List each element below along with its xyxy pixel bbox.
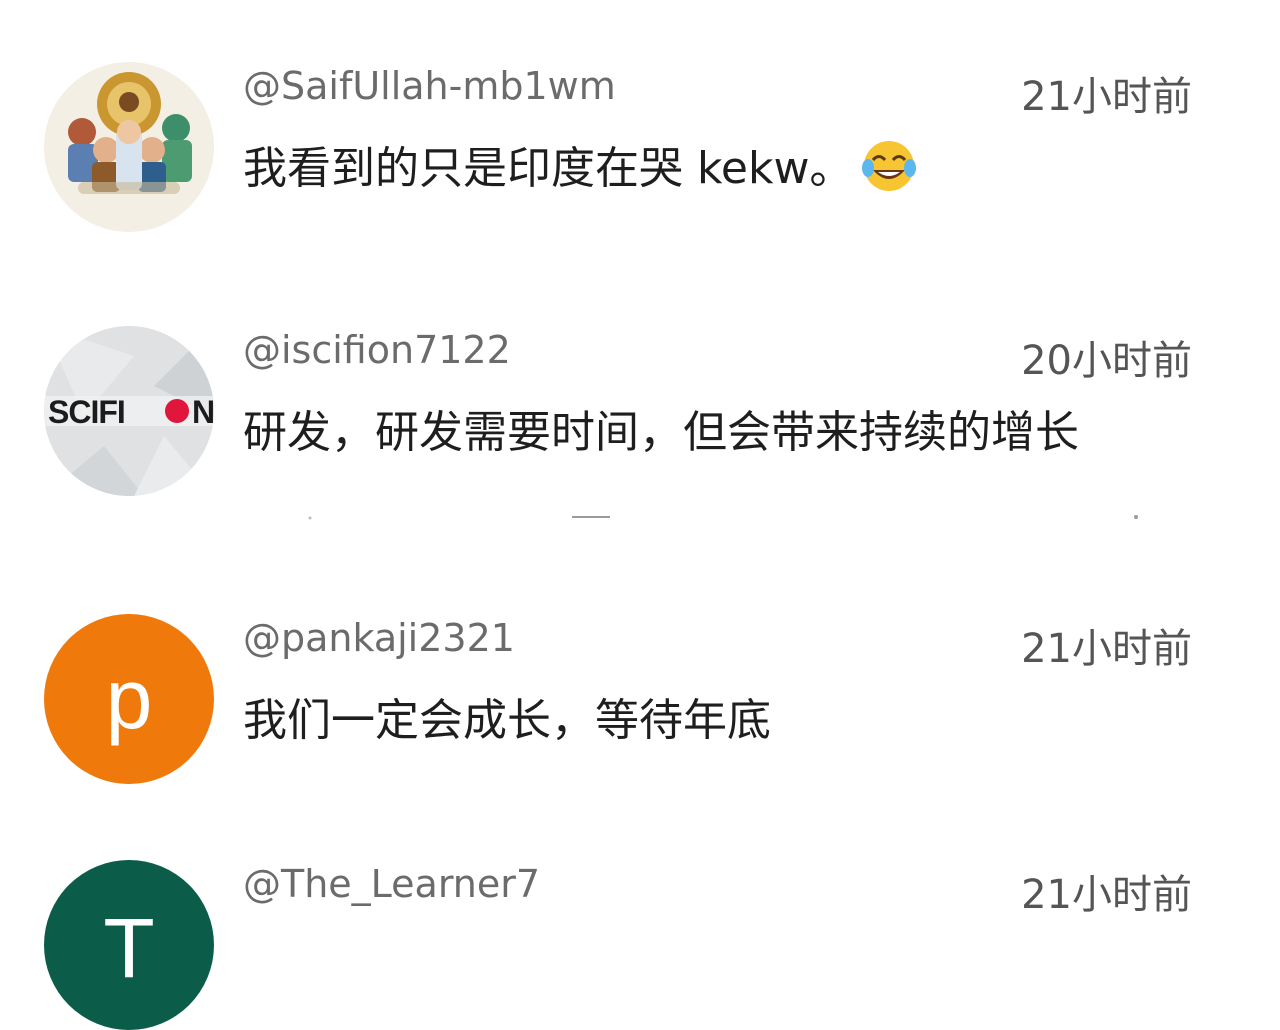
divider: [308, 515, 1138, 520]
comment-text-content: 我们一定会成长，等待年底: [243, 695, 771, 746]
comment-author[interactable]: @The_Learner7: [243, 862, 540, 906]
avatar[interactable]: [44, 62, 214, 232]
avatar[interactable]: T: [44, 860, 214, 1030]
svg-text:N: N: [192, 394, 214, 430]
avatar[interactable]: SCIFI N: [44, 326, 214, 496]
comment-time[interactable]: 21小时前: [1021, 862, 1192, 920]
comment-text: 研发，研发需要时间，但会带来持续的增长: [243, 396, 1079, 460]
comment-text: 我看到的只是印度在哭 kekw。: [243, 132, 919, 203]
comment-item: SCIFI N @iscifion7122 20小时前 研发，研发需要时间，但会…: [0, 326, 1280, 526]
comment-text-content: 研发，研发需要时间，但会带来持续的增长: [243, 407, 1079, 458]
avatar[interactable]: p: [44, 614, 214, 784]
comment-item: p @pankaji2321 21小时前 我们一定会成长，等待年底: [0, 614, 1280, 814]
scifion-logo-icon: SCIFI N: [44, 326, 214, 496]
comment-item: @SaifUllah-mb1wm 21小时前 我看到的只是印度在哭 kekw。: [0, 62, 1280, 262]
group-illustration-avatar-icon: [44, 62, 214, 232]
comment-time[interactable]: 20小时前: [1021, 328, 1192, 386]
comment-author[interactable]: @iscifion7122: [243, 328, 511, 372]
comment-author[interactable]: @SaifUllah-mb1wm: [243, 64, 616, 108]
face-with-tears-of-joy-icon: [859, 140, 919, 203]
svg-text:SCIFI: SCIFI: [48, 394, 125, 430]
comment-text: 我们一定会成长，等待年底: [243, 684, 771, 748]
comment-author[interactable]: @pankaji2321: [243, 616, 515, 660]
comment-item: T @The_Learner7 21小时前: [0, 860, 1280, 1030]
avatar-letter: p: [105, 652, 153, 746]
avatar-letter: T: [103, 901, 155, 995]
comment-time[interactable]: 21小时前: [1021, 64, 1192, 122]
comment-time[interactable]: 21小时前: [1021, 616, 1192, 674]
comment-text-content: 我看到的只是印度在哭 kekw。: [243, 143, 854, 194]
